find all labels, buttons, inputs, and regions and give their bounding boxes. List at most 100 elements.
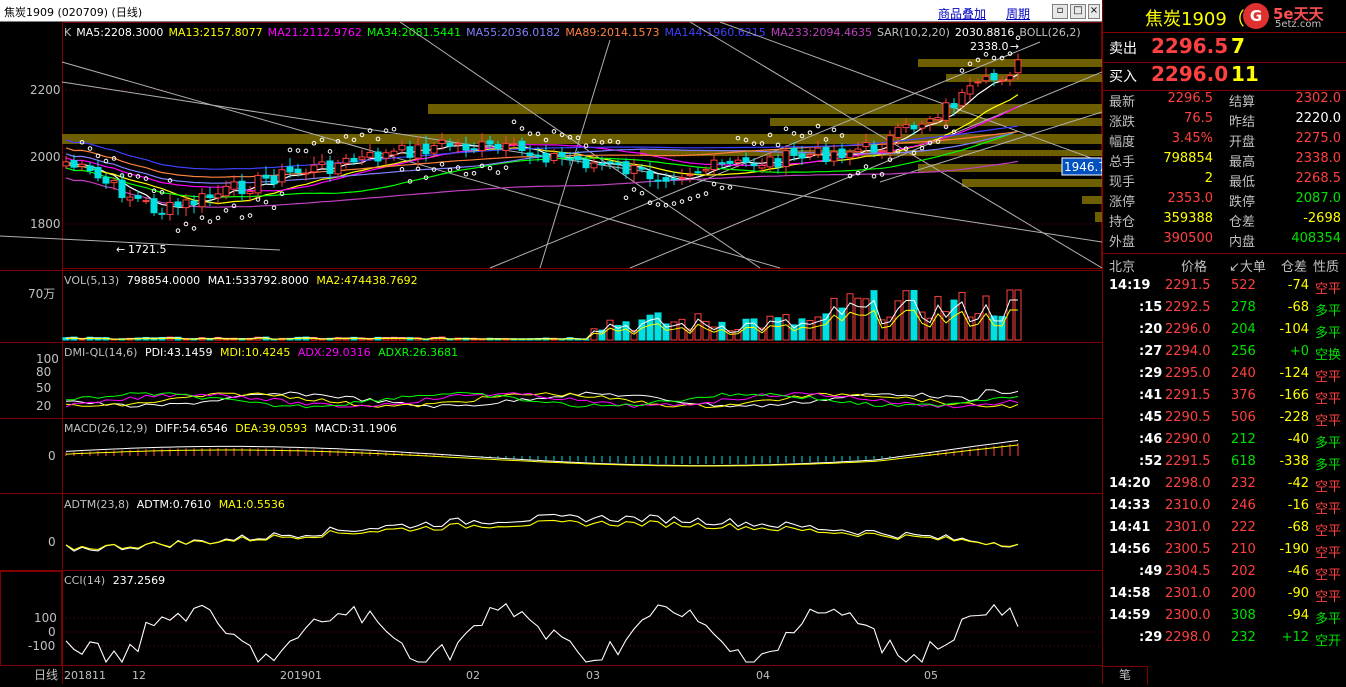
dmi-ytick: 100 xyxy=(36,352,59,366)
tick-row[interactable]: :27 2294.0 256 +0 空换 xyxy=(1103,342,1346,364)
restore-icon[interactable]: ▫ xyxy=(1052,4,1068,19)
adtm-header: ADTM(23,8) ADTM:0.7610 MA1:0.5536 xyxy=(64,498,285,511)
stat-value: 2268.5 xyxy=(1295,171,1342,186)
tick-row[interactable]: 14:33 2310.0 246 -16 空平 xyxy=(1103,496,1346,518)
tick-volume: 232 xyxy=(1231,630,1256,645)
ticks-city: 北京 xyxy=(1109,260,1136,275)
tick-time: :29 xyxy=(1139,630,1163,645)
tick-row[interactable]: 14:20 2298.0 232 -42 空平 xyxy=(1103,474,1346,496)
candle-body xyxy=(638,167,646,170)
period-link[interactable]: 周期 xyxy=(1006,5,1030,22)
candle-body xyxy=(902,124,910,129)
tick-price: 2290.5 xyxy=(1165,410,1211,425)
tick-time: 14:41 xyxy=(1109,520,1151,535)
tick-row[interactable]: :29 2295.0 240 -124 空平 xyxy=(1103,364,1346,386)
sar-dot xyxy=(863,164,869,169)
ma-header-item: SAR(10,2,20) xyxy=(877,26,950,39)
tick-time: :41 xyxy=(1139,388,1163,403)
tick-price: 2296.0 xyxy=(1165,322,1211,337)
tick-time: :45 xyxy=(1139,410,1163,425)
tick-time: 14:19 xyxy=(1109,278,1151,293)
sar-dot xyxy=(191,226,197,231)
stat-value: 2087.0 xyxy=(1295,191,1342,206)
candle-body xyxy=(766,156,774,168)
tick-oi-change: -74 xyxy=(1287,278,1309,293)
tick-row[interactable]: :15 2292.5 278 -68 多平 xyxy=(1103,298,1346,320)
tick-price: 2290.0 xyxy=(1165,432,1211,447)
tick-volume: 246 xyxy=(1231,498,1256,513)
stat-value: 2296.5 xyxy=(1167,91,1214,106)
tick-row[interactable]: :46 2290.0 212 -40 多平 xyxy=(1103,430,1346,452)
candle-body xyxy=(798,153,806,159)
tick-price: 2291.5 xyxy=(1165,454,1211,469)
adtm-ytick: 0 xyxy=(48,535,56,549)
ticks-price-col: 价格 xyxy=(1181,260,1208,275)
tick-row[interactable]: :29 2298.0 232 +12 空开 xyxy=(1103,628,1346,650)
price-ytick: 2000 xyxy=(30,150,61,164)
sar-dot xyxy=(471,171,477,176)
close-icon[interactable]: × xyxy=(1088,4,1100,19)
tab-ticks[interactable]: 笔 xyxy=(1103,666,1148,685)
tick-row[interactable]: :45 2290.5 506 -228 空平 xyxy=(1103,408,1346,430)
candle-body xyxy=(398,144,406,151)
candle-body xyxy=(334,162,342,175)
cci-header: CCI(14) 237.2569 xyxy=(64,574,165,587)
candle-body xyxy=(1006,75,1014,81)
chart-area[interactable]: K MA5:2208.3000 MA13:2157.8077 MA21:2112.97… xyxy=(0,21,1106,684)
candle-body xyxy=(598,163,606,166)
candle-body xyxy=(622,161,630,175)
kline-chart-svg[interactable]: K MA5:2208.3000 MA13:2157.8077 MA21:2112.97… xyxy=(0,21,1106,684)
macd-ytick: 0 xyxy=(48,449,56,463)
tick-row[interactable]: 14:41 2301.0 222 -68 空平 xyxy=(1103,518,1346,540)
tick-nature: 空开 xyxy=(1315,634,1342,649)
period-corner-label[interactable]: 日线 xyxy=(34,668,58,682)
high-price-label: 2338.0 xyxy=(970,40,1009,53)
tick-row[interactable]: 14:59 2300.0 308 -94 多平 xyxy=(1103,606,1346,628)
tick-row[interactable]: :49 2304.5 202 -46 空平 xyxy=(1103,562,1346,584)
tick-time: :29 xyxy=(1139,366,1163,381)
tick-time: :15 xyxy=(1139,300,1163,315)
tick-time: :49 xyxy=(1139,564,1163,579)
candle-body xyxy=(654,179,662,182)
candle-body xyxy=(774,158,782,168)
ticks-oi-col: 仓差 xyxy=(1281,260,1308,275)
candle-body xyxy=(174,201,182,208)
overlay-commodity-link[interactable]: 商品叠加 xyxy=(938,5,986,22)
candle-body xyxy=(166,201,174,216)
sar-dot xyxy=(871,173,877,179)
candle-body xyxy=(78,163,86,167)
sar-dot xyxy=(671,201,677,206)
candle-body xyxy=(198,193,206,208)
sar-dot xyxy=(271,205,277,211)
tick-volume: 522 xyxy=(1231,278,1256,293)
tick-row[interactable]: :20 2296.0 204 -104 多平 xyxy=(1103,320,1346,342)
dmi-ytick: 80 xyxy=(36,365,51,379)
tick-row[interactable]: 14:56 2300.5 210 -190 空平 xyxy=(1103,540,1346,562)
candle-body xyxy=(758,164,766,169)
adtm-ma-line xyxy=(65,519,1019,551)
tick-price: 2310.0 xyxy=(1165,498,1211,513)
candle-body xyxy=(430,145,438,154)
tick-row[interactable]: :52 2291.5 618 -338 多平 xyxy=(1103,452,1346,474)
tick-row[interactable]: 14:19 2291.5 522 -74 空平 xyxy=(1103,276,1346,298)
sar-dot xyxy=(639,190,645,196)
ma-header-item: 2030.8816 xyxy=(955,26,1015,39)
tick-volume: 222 xyxy=(1231,520,1256,535)
tick-nature: 多平 xyxy=(1315,436,1342,451)
dmi-ytick: 50 xyxy=(36,381,51,395)
sar-dot xyxy=(831,127,837,133)
tick-row[interactable]: :41 2291.5 376 -166 空平 xyxy=(1103,386,1346,408)
tick-row[interactable]: 14:58 2301.0 200 -90 空平 xyxy=(1103,584,1346,606)
candle-body xyxy=(550,152,558,162)
volume-bar xyxy=(910,289,918,341)
candle-body xyxy=(310,164,318,173)
candle-body xyxy=(478,141,486,152)
tick-nature: 空平 xyxy=(1315,590,1342,605)
ticks-bigorder-col: ↙大单 xyxy=(1229,260,1266,275)
maximize-icon[interactable]: □ xyxy=(1070,4,1086,19)
ma-header-item: MA34:2081.5441 xyxy=(367,26,461,39)
chart-title-bar: 焦炭1909 (020709) (日线) 商品叠加 周期 ▫ □ × xyxy=(0,0,1102,22)
tick-nature: 空平 xyxy=(1315,480,1342,495)
tick-nature: 空平 xyxy=(1315,546,1342,561)
volume-bar xyxy=(990,315,998,341)
